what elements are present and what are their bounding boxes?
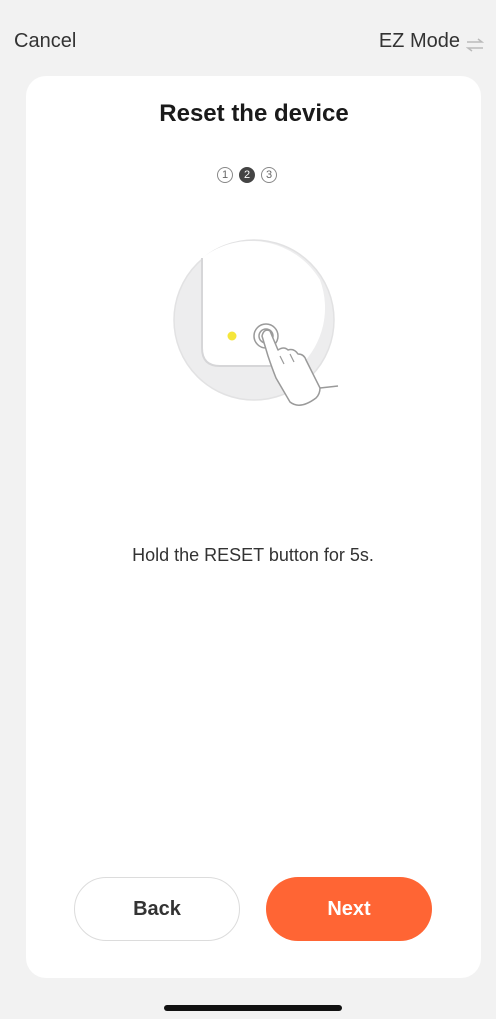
back-button[interactable]: Back	[74, 877, 240, 941]
top-bar: Cancel EZ Mode	[0, 0, 496, 80]
step-1: 1	[217, 167, 233, 183]
instruction-text: Hold the RESET button for 5s.	[132, 545, 374, 565]
step-2-active: 2	[239, 167, 255, 183]
ez-mode-switch[interactable]: EZ Mode	[378, 30, 485, 53]
next-button[interactable]: Next	[266, 877, 432, 941]
home-indicator[interactable]	[164, 1005, 342, 1011]
cancel-button[interactable]: Cancel	[14, 30, 76, 53]
indicator-light-icon	[227, 331, 237, 341]
swap-arrows-icon	[465, 35, 485, 52]
reset-illustration	[170, 238, 350, 418]
step-indicator: 1 2 3	[217, 167, 277, 183]
content-card	[26, 76, 481, 978]
page-title: Reset the device	[159, 100, 349, 127]
step-3: 3	[261, 167, 277, 183]
ez-mode-label: EZ Mode	[378, 30, 460, 52]
